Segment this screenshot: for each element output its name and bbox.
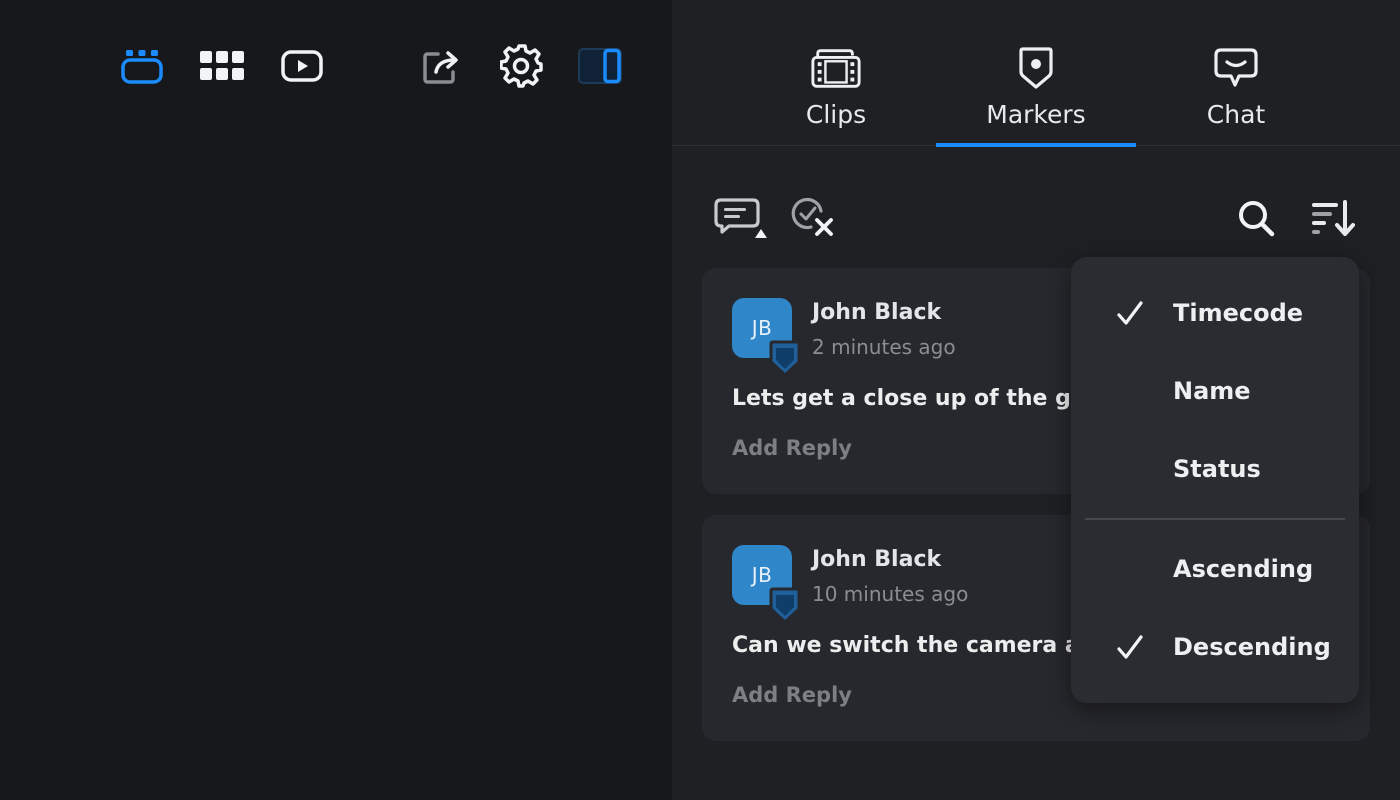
grid-icon[interactable]: [196, 40, 248, 92]
sort-menu: Timecode Name Status Ascending Descendin…: [1071, 257, 1359, 703]
active-tab-indicator: [936, 143, 1136, 147]
clips-icon: [810, 44, 862, 92]
sort-option-name[interactable]: Name: [1071, 363, 1359, 423]
tab-clips[interactable]: Clips: [736, 0, 936, 146]
comment-time: 2 minutes ago: [812, 335, 956, 359]
share-icon[interactable]: [416, 40, 468, 92]
sort-icon[interactable]: [1304, 190, 1360, 246]
check-icon: [1117, 301, 1143, 325]
menu-item-label: Ascending: [1173, 555, 1314, 583]
marker-icon: [1010, 44, 1062, 92]
clear-resolved-icon[interactable]: [786, 190, 842, 246]
tab-chat[interactable]: Chat: [1136, 0, 1336, 146]
layout-icon[interactable]: [116, 40, 168, 92]
marker-badge-icon: [769, 340, 801, 378]
tab-label: Chat: [1206, 100, 1266, 129]
marker-badge-icon: [769, 587, 801, 625]
menu-item-label: Descending: [1173, 633, 1331, 661]
add-comment-icon[interactable]: [712, 190, 768, 246]
comment-time: 10 minutes ago: [812, 582, 969, 606]
add-reply-link[interactable]: Add Reply: [732, 436, 852, 460]
sort-order-descending[interactable]: Descending: [1071, 619, 1359, 679]
chat-icon: [1210, 44, 1262, 92]
tab-label: Markers: [986, 100, 1086, 129]
menu-item-label: Timecode: [1173, 299, 1304, 327]
viewer-pane: [0, 0, 672, 800]
play-icon[interactable]: [276, 40, 328, 92]
comment-author: John Black: [812, 547, 942, 572]
add-reply-link[interactable]: Add Reply: [732, 683, 852, 707]
panel-tabs: Clips Markers Chat: [672, 0, 1400, 147]
tab-markers[interactable]: Markers: [936, 0, 1136, 147]
settings-icon[interactable]: [496, 40, 548, 92]
sort-order-ascending[interactable]: Ascending: [1071, 541, 1359, 601]
menu-divider: [1085, 518, 1345, 520]
tab-label: Clips: [805, 100, 867, 129]
menu-item-label: Name: [1173, 377, 1251, 405]
sort-option-timecode[interactable]: Timecode: [1071, 285, 1359, 345]
comment-text: Lets get a close up of the goal: [732, 386, 1109, 411]
sort-option-status[interactable]: Status: [1071, 441, 1359, 501]
search-icon[interactable]: [1228, 190, 1284, 246]
menu-item-label: Status: [1173, 455, 1261, 483]
sidebar-toggle-icon[interactable]: [574, 40, 626, 92]
check-icon: [1117, 635, 1143, 659]
comment-author: John Black: [812, 300, 942, 325]
